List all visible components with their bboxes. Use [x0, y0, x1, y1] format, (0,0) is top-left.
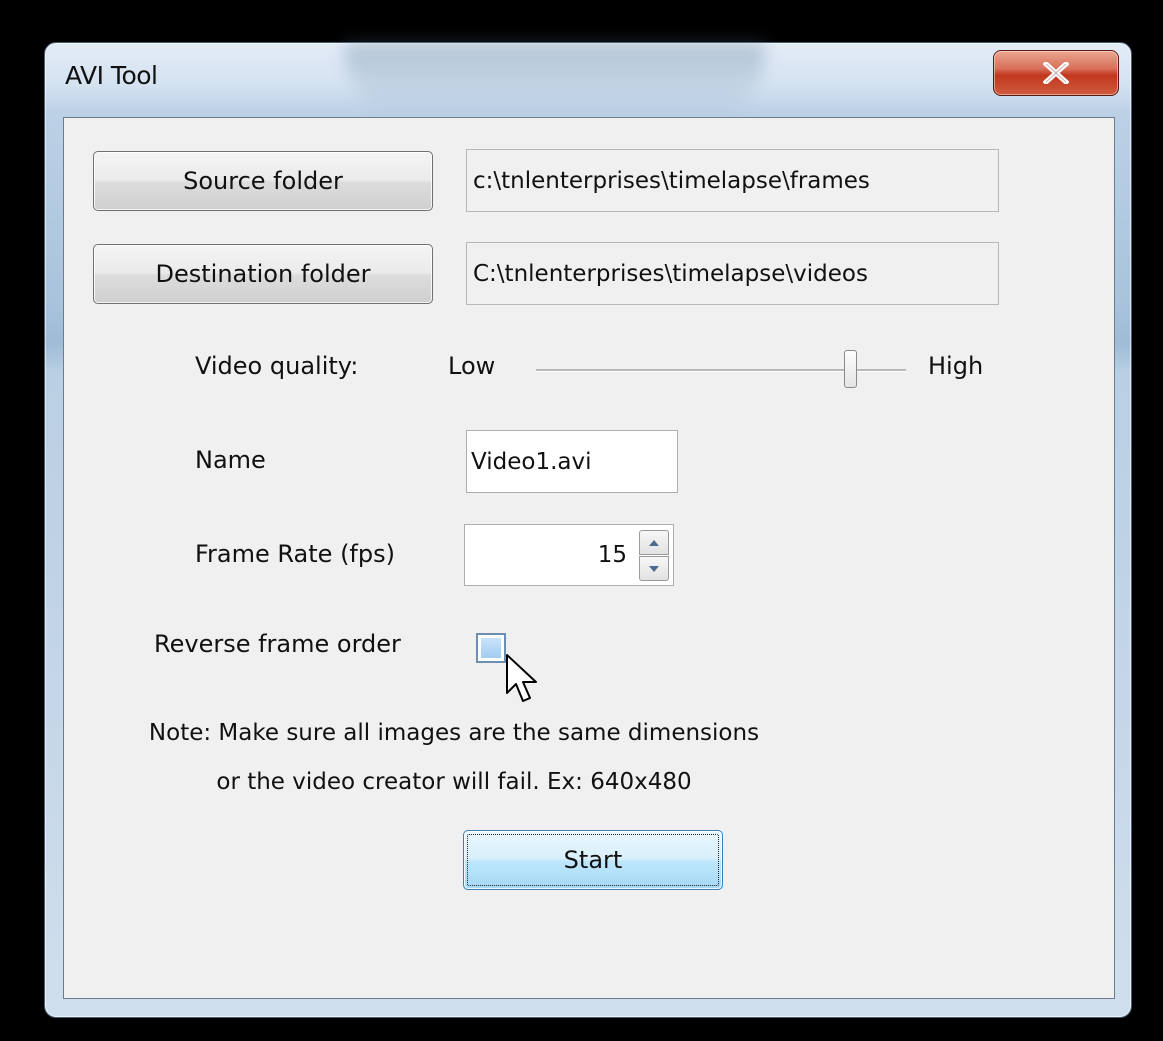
note-line-1: Note: Make sure all images are the same … [148, 720, 760, 746]
mouse-pointer-icon [506, 654, 537, 702]
frame-rate-down-button[interactable] [639, 556, 669, 581]
close-x-icon [1043, 62, 1069, 84]
name-label: Name [195, 446, 266, 474]
quality-low-label: Low [448, 352, 496, 380]
name-input[interactable]: Video1.avi [466, 430, 678, 493]
frame-rate-label: Frame Rate (fps) [195, 540, 395, 568]
source-path-field[interactable]: c:\tnlenterprises\timelapse\frames [466, 149, 999, 212]
note-line-2: or the video creator will fail. Ex: 640x… [216, 769, 692, 795]
quality-slider-thumb[interactable] [844, 350, 857, 388]
reverse-frame-order-checkbox[interactable] [476, 633, 506, 663]
close-button[interactable] [993, 50, 1119, 96]
source-folder-button[interactable]: Source folder [93, 151, 433, 211]
start-button-label: Start [563, 846, 623, 874]
avi-tool-window: AVI Tool Source folder c:\tnlenterprises… [44, 42, 1132, 1018]
chevron-down-icon [649, 565, 659, 572]
video-quality-label: Video quality: [195, 352, 359, 380]
dialog-body: Source folder c:\tnlenterprises\timelaps… [63, 117, 1115, 999]
chevron-up-icon [649, 539, 659, 546]
quality-high-label: High [928, 352, 984, 380]
destination-folder-button[interactable]: Destination folder [93, 244, 433, 304]
destination-folder-button-label: Destination folder [155, 260, 371, 288]
destination-path-text: C:\tnlenterprises\timelapse\videos [473, 260, 868, 287]
frame-rate-value: 15 [597, 542, 627, 568]
window-title: AVI Tool [65, 61, 158, 90]
reverse-frame-order-label: Reverse frame order [154, 630, 401, 658]
start-button[interactable]: Start [463, 830, 723, 890]
destination-path-field[interactable]: C:\tnlenterprises\timelapse\videos [466, 242, 999, 305]
frame-rate-stepper[interactable]: 15 [464, 524, 674, 586]
source-path-text: c:\tnlenterprises\timelapse\frames [473, 167, 870, 194]
name-input-value: Video1.avi [471, 448, 592, 475]
frame-rate-up-button[interactable] [639, 530, 669, 555]
source-folder-button-label: Source folder [183, 167, 343, 195]
